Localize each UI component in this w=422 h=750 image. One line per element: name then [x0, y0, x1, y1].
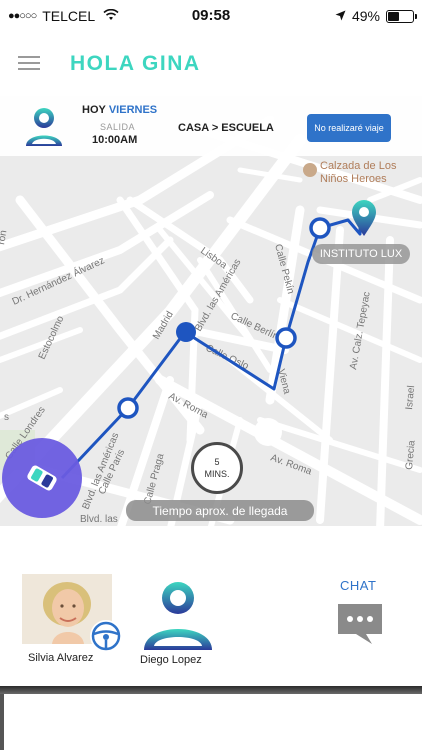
eta-caption: Tiempo aprox. de llegada — [126, 500, 314, 521]
steering-wheel-icon — [90, 620, 122, 652]
poi-label: Niños Heroes — [320, 173, 387, 185]
trip-info-card: HOY VIERNES SALIDA 10:00AM CASA > ESCUELA… — [0, 96, 422, 156]
destination-label: INSTITUTO LUX — [312, 244, 410, 264]
student-name: Diego Lopez — [140, 654, 202, 666]
battery-percent: 49% — [351, 8, 380, 24]
street-label: s — [4, 412, 9, 423]
driver-name: Silvia Alvarez — [28, 652, 94, 664]
battery-level-fill — [388, 11, 400, 21]
route-stop[interactable] — [275, 327, 297, 349]
bottom-panel — [0, 694, 422, 750]
route-stop[interactable] — [309, 217, 331, 239]
poi-icon — [303, 163, 317, 177]
location-arrow-icon — [335, 8, 346, 24]
panel-divider — [0, 686, 422, 694]
chat-bubble-icon[interactable] — [336, 602, 384, 646]
status-bar: ●●○○○ TELCEL 09:58 49% — [0, 0, 422, 34]
poi-label: Calzada de Los — [320, 160, 397, 172]
vehicle-location-marker[interactable] — [2, 438, 82, 518]
street-label: Blvd. las — [80, 514, 118, 525]
greeting-title: HOLA GINA — [70, 52, 201, 75]
trip-route: CASA > ESCUELA — [178, 122, 274, 134]
eta-unit: MINS. — [204, 469, 230, 479]
departure-label: SALIDA — [100, 122, 136, 132]
skip-trip-button[interactable]: No realizaré viaje — [307, 114, 391, 142]
student-person-icon[interactable] — [140, 578, 216, 652]
day-name: VIERNES — [108, 104, 158, 116]
app-header: HOLA GINA — [0, 34, 422, 96]
chat-link[interactable]: CHAT — [340, 578, 376, 593]
trip-day: HOY VIERNES — [82, 104, 157, 116]
trip-participants: Silvia Alvarez Diego Lopez CHAT — [0, 526, 422, 686]
hamburger-menu-icon[interactable] — [18, 56, 40, 70]
map-view[interactable]: Dr. Hernández Álvarez Estocolmo Lisboa M… — [0, 96, 422, 526]
departure-time: 10:00AM — [92, 134, 138, 146]
battery-icon — [386, 9, 417, 23]
status-right: 49% — [335, 8, 417, 24]
current-stop-marker[interactable] — [176, 322, 196, 342]
eta-badge: 5 MINS. — [191, 442, 243, 494]
student-avatar-icon — [26, 108, 62, 146]
today-label: HOY — [82, 104, 106, 116]
street-label: Israel — [404, 385, 417, 410]
route-stop[interactable] — [117, 397, 139, 419]
eta-value: 5 — [214, 457, 220, 467]
